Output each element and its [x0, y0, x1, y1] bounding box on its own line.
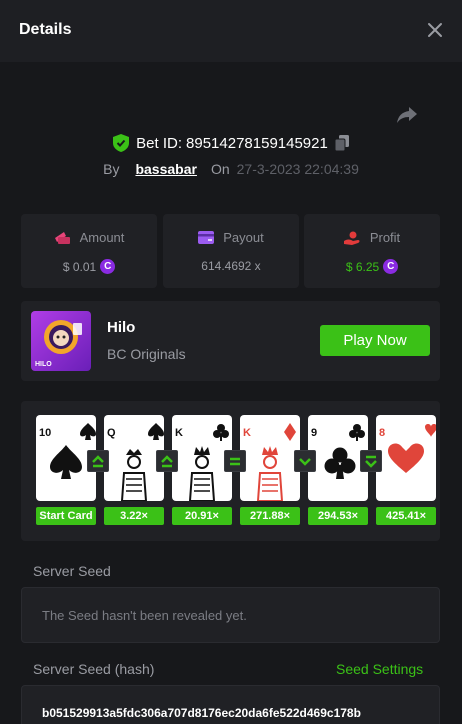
- same-icon: [224, 450, 246, 472]
- bet-id-line: Bet ID: 89514278159145921: [0, 134, 462, 154]
- username-link[interactable]: bassabar: [135, 161, 196, 177]
- amount-value: $ 0.01: [62, 259, 97, 274]
- multiplier-badge: 271.88×: [240, 507, 300, 525]
- details-header: Details: [0, 0, 462, 62]
- heart-icon: [388, 424, 436, 473]
- multiplier-badge: Start Card: [36, 507, 96, 525]
- bet-id-label: Bet ID:: [136, 134, 183, 152]
- hilo-logo-icon: HILO: [35, 320, 82, 368]
- multiplier-badge: 425.41×: [376, 507, 436, 525]
- higher-or-same-icon: [87, 450, 109, 472]
- server-seed-hash-label: Server Seed (hash): [33, 661, 155, 677]
- server-seed-box: The Seed hasn't been revealed yet.: [21, 587, 440, 643]
- club-icon: [324, 424, 365, 479]
- bet-datetime: 27-3-2023 22:04:39: [236, 161, 359, 177]
- payout-stat: Payout 614.4692 x: [163, 214, 299, 288]
- multiplier-badge: 294.53×: [308, 507, 368, 525]
- server-seed-hash-box[interactable]: b051529913a5fdc306a707d8176ec20da6fe522d…: [21, 685, 440, 724]
- profit-value: $ 6.25: [345, 259, 380, 274]
- payout-value: 614.4692 x: [201, 259, 261, 273]
- bet-id-value: 89514278159145921: [186, 134, 328, 152]
- profit-label: Profit: [369, 230, 401, 245]
- king-diamonds-icon: [256, 423, 296, 501]
- server-seed-label: Server Seed: [33, 563, 111, 579]
- higher-or-same-icon: [156, 450, 178, 472]
- queen-spades-icon: [120, 423, 164, 501]
- card-k-clubs: K: [172, 415, 232, 501]
- amount-stat: Amount $ 0.01 C: [21, 214, 157, 288]
- by-label: By: [103, 161, 120, 177]
- profit-stat: Profit $ 6.25 C: [304, 214, 440, 288]
- multiplier-badge: 3.22×: [104, 507, 164, 525]
- on-label: On: [210, 161, 230, 177]
- multiplier-badge: 20.91×: [172, 507, 232, 525]
- bcd-coin-icon: C: [383, 259, 399, 274]
- wallet-icon: [54, 231, 70, 244]
- profit-icon: [343, 231, 360, 245]
- server-seed-hash-value[interactable]: b051529913a5fdc306a707d8176ec20da6fe522d…: [42, 706, 361, 720]
- card-k-diamonds: K: [240, 415, 300, 501]
- card-q-spades: Q: [104, 415, 164, 501]
- game-card: HILO Hilo BC Originals Play Now: [21, 301, 440, 381]
- copy-icon[interactable]: [334, 135, 349, 151]
- hilo-cards-strip: 10 Q K K 9 8 Start Card 3.22× 20.91× 271…: [21, 401, 440, 541]
- share-icon[interactable]: [396, 103, 418, 125]
- seed-settings-link[interactable]: Seed Settings: [336, 661, 423, 677]
- hilo-game-thumbnail[interactable]: HILO: [31, 311, 91, 371]
- details-title: Details: [19, 21, 72, 38]
- server-seed-placeholder: The Seed hasn't been revealed yet.: [42, 608, 247, 623]
- bcd-coin-icon: C: [100, 259, 116, 274]
- game-name: Hilo: [107, 319, 136, 336]
- king-clubs-icon: [188, 424, 229, 501]
- bet-by-line: By bassabar On 27-3-2023 22:04:39: [0, 161, 462, 179]
- payout-label: Payout: [223, 230, 264, 245]
- lower-icon: [294, 450, 316, 472]
- payout-icon: [198, 231, 215, 244]
- amount-label: Amount: [79, 230, 125, 245]
- play-now-button[interactable]: Play Now: [320, 325, 430, 356]
- svg-text:HILO: HILO: [35, 361, 52, 368]
- close-icon[interactable]: [426, 21, 444, 39]
- lower-or-same-icon: [360, 450, 382, 472]
- shield-check-icon: [113, 134, 130, 152]
- card-9-clubs: 9: [308, 415, 368, 501]
- card-8-hearts: 8: [376, 415, 436, 501]
- game-category: BC Originals: [107, 346, 186, 362]
